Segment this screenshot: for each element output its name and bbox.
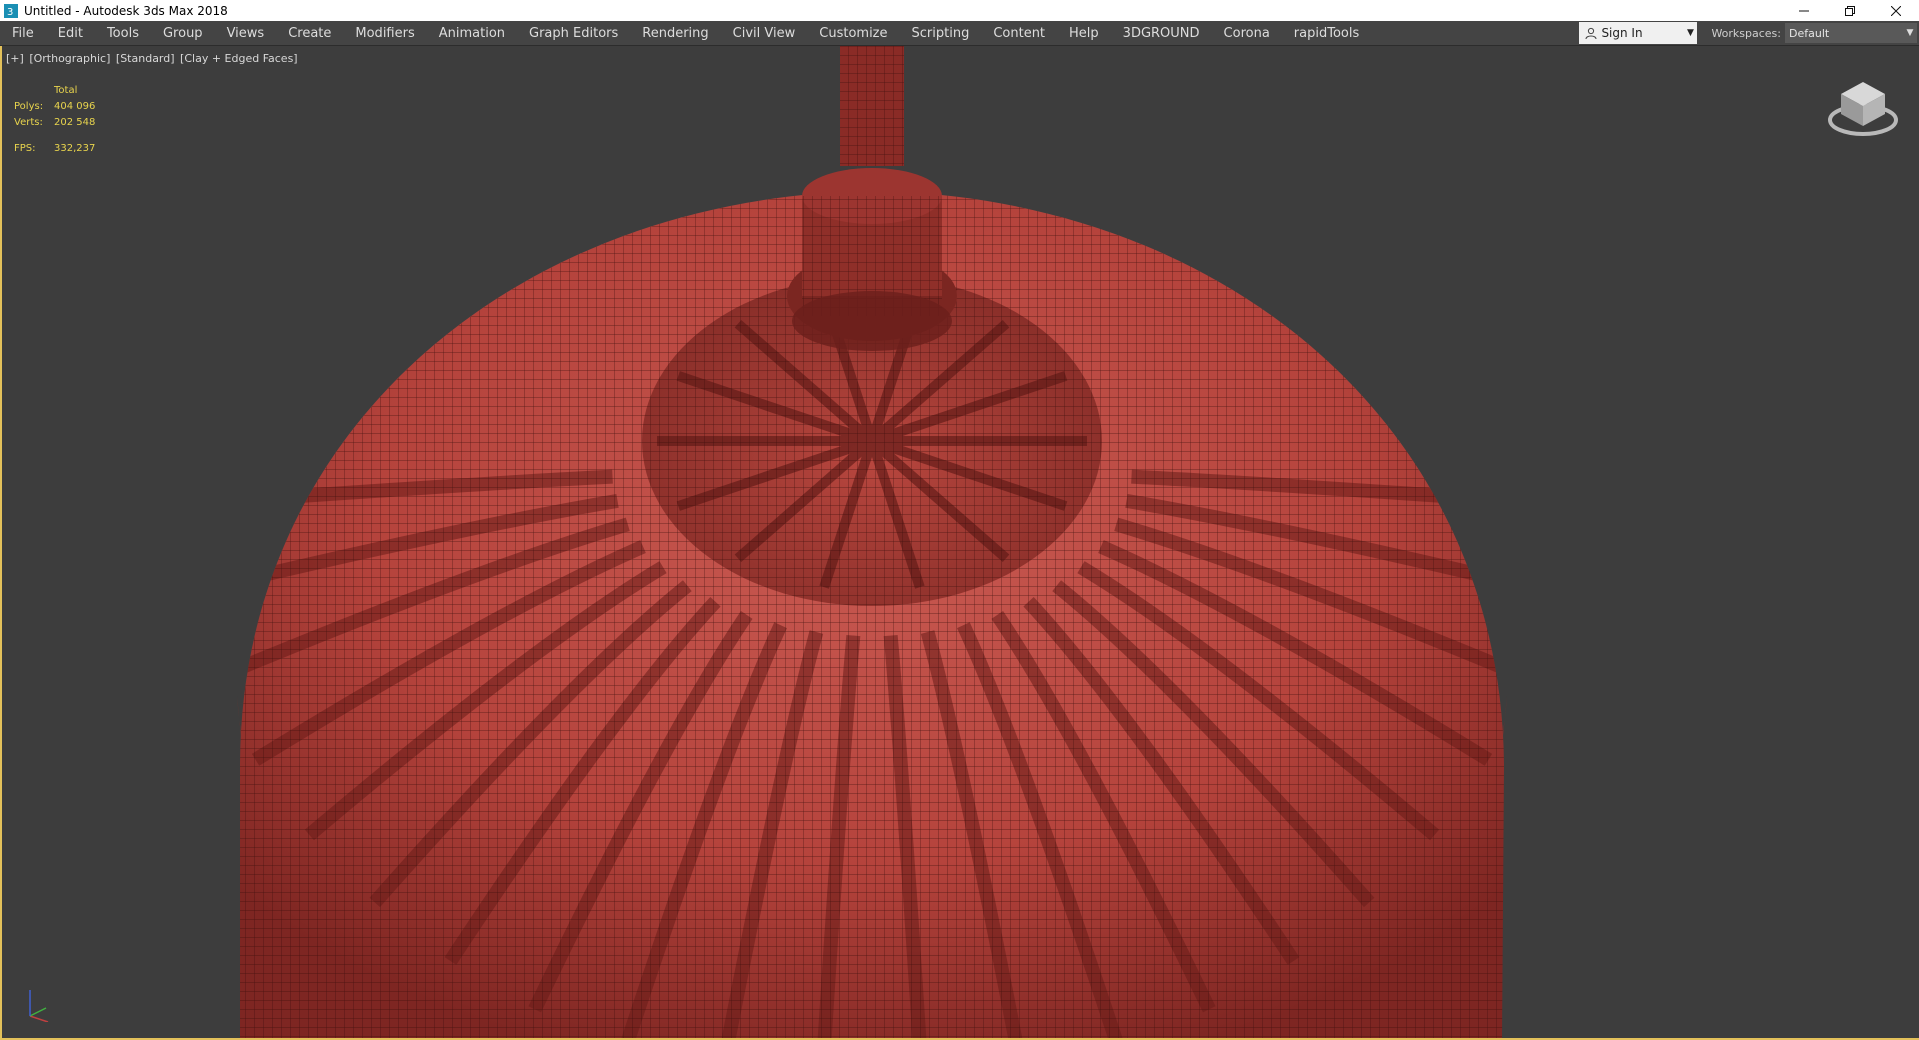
fps-value: 332,237 [54,142,96,154]
window-controls [1781,0,1919,21]
svg-text:3: 3 [7,7,13,18]
menu-edit[interactable]: Edit [46,21,95,45]
stats-header: Total [54,84,78,96]
close-button[interactable] [1873,0,1919,21]
window-titlebar: 3 Untitled - Autodesk 3ds Max 2018 [0,0,1919,21]
3ds-max-app-icon[interactable]: 3 [4,3,18,18]
menu-rapidtools[interactable]: rapidTools [1282,21,1371,45]
menu-content[interactable]: Content [981,21,1057,45]
workspaces-value: Default [1789,26,1830,40]
menu-animation[interactable]: Animation [427,21,517,45]
menu-graph-editors[interactable]: Graph Editors [517,21,630,45]
polys-label: Polys: [14,100,44,112]
menu-corona[interactable]: Corona [1212,21,1282,45]
menu-items: File Edit Tools Group Views Create Modif… [0,21,1579,45]
lamp-stem [787,46,957,351]
verts-label: Verts: [14,116,43,128]
axis-tripod-icon [29,990,49,1022]
menu-create[interactable]: Create [276,21,343,45]
chevron-down-icon[interactable]: ▼ [1683,28,1697,38]
menu-group[interactable]: Group [151,21,215,45]
menu-3dground[interactable]: 3DGROUND [1111,21,1212,45]
menu-customize[interactable]: Customize [807,21,899,45]
viewport-label: [+] [Orthographic] [Standard] [Clay + Ed… [6,52,300,65]
menu-rendering[interactable]: Rendering [630,21,720,45]
restore-icon [1845,5,1855,16]
menu-views[interactable]: Views [215,21,277,45]
menu-civil-view[interactable]: Civil View [721,21,808,45]
viewport-shading-label[interactable]: [Clay + Edged Faces] [180,52,298,65]
minimize-icon [1799,10,1809,11]
polys-value: 404 096 [54,100,96,112]
menu-help[interactable]: Help [1057,21,1111,45]
scene-model-render [237,46,1507,1038]
user-icon [1585,27,1597,39]
menu-scripting[interactable]: Scripting [900,21,982,45]
sign-in-label: Sign In [1601,26,1643,40]
verts-value: 202 548 [54,116,96,128]
sign-in-button[interactable]: Sign In ▼ [1579,22,1698,44]
menu-file[interactable]: File [0,21,46,45]
workspaces-label: Workspaces: [1711,26,1781,40]
viewport-menu-plus[interactable]: [+] [6,52,24,65]
window-title: Untitled - Autodesk 3ds Max 2018 [24,3,228,18]
close-icon [1891,5,1901,16]
minimize-button[interactable] [1781,0,1827,21]
perspective-viewport[interactable]: [+] [Orthographic] [Standard] [Clay + Ed… [0,46,1919,1040]
chevron-down-icon: ▼ [1906,28,1914,38]
restore-button[interactable] [1827,0,1873,21]
viewport-view-label[interactable]: [Orthographic] [29,52,110,65]
viewcube-icon[interactable] [1827,76,1899,148]
menu-bar: File Edit Tools Group Views Create Modif… [0,21,1919,46]
viewport-preset-label[interactable]: [Standard] [116,52,175,65]
menu-modifiers[interactable]: Modifiers [343,21,426,45]
menu-tools[interactable]: Tools [95,21,151,45]
statistics-overlay: Total Polys: 404 096 Verts: 202 548 FPS: 33… [14,82,95,156]
fps-label: FPS: [14,142,36,154]
workspaces-select[interactable]: Default ▼ [1785,23,1917,43]
